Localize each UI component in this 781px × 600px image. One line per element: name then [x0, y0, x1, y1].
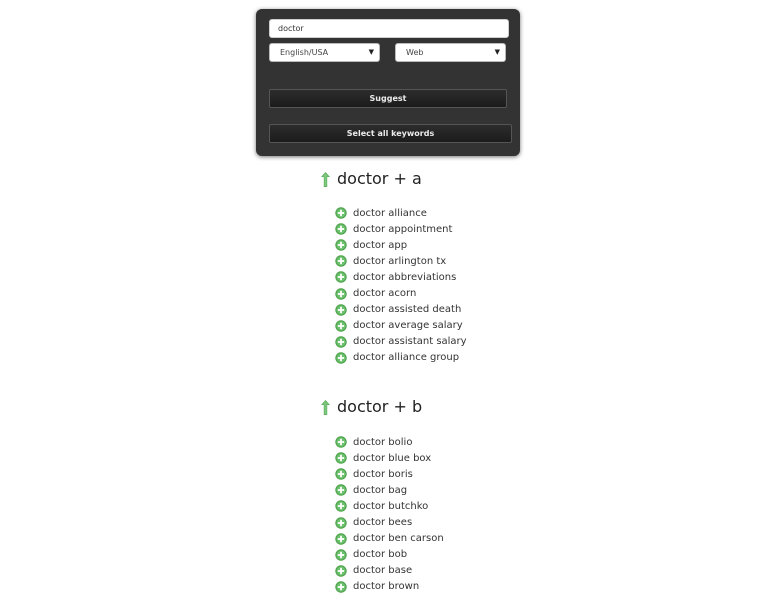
plus-circle-icon[interactable] — [335, 255, 347, 268]
keyword-text[interactable]: doctor butchko — [353, 501, 428, 512]
keyword-text[interactable]: doctor assistant salary — [353, 336, 467, 347]
select-all-keywords-button[interactable]: Select all keywords — [269, 124, 512, 143]
keyword-text[interactable]: doctor bag — [353, 485, 407, 496]
plus-circle-icon[interactable] — [335, 436, 347, 448]
keyword-item: doctor bees — [335, 514, 444, 530]
plus-circle-icon[interactable] — [335, 287, 347, 300]
plus-circle-icon[interactable] — [335, 320, 347, 332]
keyword-text[interactable]: doctor bees — [353, 517, 412, 528]
keyword-item: doctor appointment — [335, 221, 467, 237]
plus-circle-icon[interactable] — [335, 336, 347, 348]
keyword-item: doctor assistant salary — [335, 334, 467, 350]
keyword-text[interactable]: doctor abbreviations — [353, 272, 456, 283]
keyword-text[interactable]: doctor average salary — [353, 320, 463, 331]
keyword-text[interactable]: doctor bob — [353, 549, 407, 560]
keyword-text[interactable]: doctor bolio — [353, 437, 412, 448]
keyword-text[interactable]: doctor base — [353, 565, 412, 576]
plus-circle-icon[interactable] — [335, 352, 347, 364]
plus-circle-icon[interactable] — [335, 239, 347, 251]
keyword-text[interactable]: doctor blue box — [353, 453, 431, 464]
plus-circle-icon[interactable] — [335, 452, 347, 464]
keyword-item: doctor bag — [335, 482, 444, 498]
keyword-text[interactable]: doctor assisted death — [353, 304, 461, 315]
plus-circle-icon[interactable] — [335, 468, 347, 480]
plus-circle-icon[interactable] — [335, 207, 347, 219]
keyword-item: doctor boris — [335, 466, 444, 482]
keyword-item: doctor arlington tx — [335, 253, 467, 269]
dropdown-caret-icon: ▼ — [368, 48, 374, 56]
keyword-item: doctor abbreviations — [335, 269, 467, 285]
keyword-item: doctor bob — [335, 547, 444, 563]
plus-circle-icon[interactable] — [335, 516, 347, 529]
plus-circle-icon[interactable] — [335, 223, 347, 235]
keyword-item: doctor average salary — [335, 318, 467, 334]
keyword-item: doctor assisted death — [335, 302, 467, 318]
group-heading: doctor + a — [321, 168, 422, 190]
up-arrow-icon[interactable] — [321, 399, 330, 415]
keyword-item: doctor ben carson — [335, 531, 444, 547]
language-select-value: English/USA — [280, 48, 329, 57]
search-panel: English/USA ▼ Web ▼ Suggest Select all k… — [256, 9, 520, 156]
source-select-value: Web — [406, 48, 424, 57]
keyword-text[interactable]: doctor ben carson — [353, 533, 444, 544]
up-arrow-icon[interactable] — [321, 171, 330, 187]
group-heading: doctor + b — [321, 396, 422, 418]
plus-circle-icon[interactable] — [335, 549, 347, 561]
dropdown-caret-icon: ▼ — [494, 48, 500, 56]
keyword-group: doctor + a doctor alliance doctor appoin… — [321, 168, 467, 364]
plus-circle-icon[interactable] — [335, 303, 347, 316]
keyword-text[interactable]: doctor acorn — [353, 288, 416, 299]
plus-circle-icon[interactable] — [335, 500, 347, 513]
keyword-item: doctor bolio — [335, 434, 444, 450]
keyword-list: doctor bolio doctor blue box doctor bori… — [335, 434, 444, 595]
keyword-item: doctor blue box — [335, 450, 444, 466]
keyword-text[interactable]: doctor alliance — [353, 208, 427, 219]
group-title: doctor + a — [337, 169, 422, 188]
plus-circle-icon[interactable] — [335, 532, 347, 545]
keyword-text[interactable]: doctor alliance group — [353, 352, 459, 363]
keyword-item: doctor alliance group — [335, 350, 467, 366]
plus-circle-icon[interactable] — [335, 581, 347, 593]
keyword-text[interactable]: doctor boris — [353, 469, 413, 480]
page: English/USA ▼ Web ▼ Suggest Select all k… — [0, 0, 781, 600]
keyword-text[interactable]: doctor app — [353, 240, 407, 251]
suggest-button[interactable]: Suggest — [269, 89, 507, 108]
keyword-item: doctor base — [335, 563, 444, 579]
plus-circle-icon[interactable] — [335, 565, 347, 577]
keyword-text[interactable]: doctor brown — [353, 581, 419, 592]
plus-circle-icon[interactable] — [335, 484, 347, 497]
keyword-item: doctor alliance — [335, 205, 467, 221]
keyword-item: doctor butchko — [335, 498, 444, 514]
keyword-item: doctor acorn — [335, 285, 467, 301]
plus-circle-icon[interactable] — [335, 271, 347, 284]
source-select[interactable]: Web ▼ — [395, 43, 506, 62]
keyword-item: doctor brown — [335, 579, 444, 595]
keyword-list: doctor alliance doctor appointment docto… — [335, 205, 467, 366]
language-select[interactable]: English/USA ▼ — [269, 43, 380, 62]
search-input[interactable] — [269, 19, 509, 38]
keyword-item: doctor app — [335, 237, 467, 253]
group-title: doctor + b — [337, 397, 423, 416]
keyword-text[interactable]: doctor appointment — [353, 224, 452, 235]
keyword-group: doctor + b doctor bolio doctor blue box … — [321, 396, 444, 593]
keyword-text[interactable]: doctor arlington tx — [353, 256, 446, 267]
